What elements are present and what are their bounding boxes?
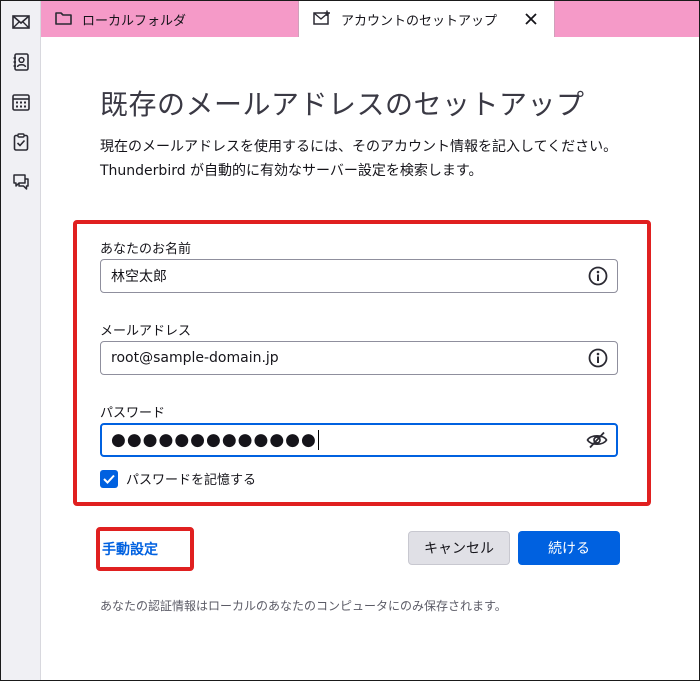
mail-new-icon xyxy=(313,10,331,29)
password-label: パスワード xyxy=(100,406,166,421)
calendar-icon[interactable] xyxy=(9,90,33,114)
info-icon[interactable] xyxy=(587,265,609,287)
email-value: root@sample-domain.jp xyxy=(111,350,279,366)
tab-strip: ローカルフォルダ アカウントのセットアップ xyxy=(41,1,699,37)
name-value: 林空太郎 xyxy=(111,269,167,285)
chat-icon[interactable] xyxy=(9,170,33,194)
description-line-2: Thunderbird が自動的に有効なサーバー設定を検索します。 xyxy=(100,163,483,179)
tab-label: ローカルフォルダ xyxy=(82,13,187,29)
folder-icon xyxy=(55,10,72,29)
password-value: ●●●●●●●●●●●●● xyxy=(111,430,317,450)
email-label: メールアドレス xyxy=(100,324,192,339)
manual-config-button[interactable]: 手動設定 xyxy=(102,539,158,559)
tab-local-folders[interactable]: ローカルフォルダ xyxy=(41,1,298,37)
name-label: あなたのお名前 xyxy=(100,242,192,257)
spaces-toolbar xyxy=(1,1,41,680)
password-input[interactable]: ●●●●●●●●●●●●● xyxy=(100,423,618,457)
cancel-button[interactable]: キャンセル xyxy=(408,531,510,565)
mail-icon[interactable] xyxy=(9,10,33,34)
eye-slash-icon[interactable] xyxy=(586,429,608,451)
remember-password-row[interactable]: パスワードを記憶する xyxy=(100,469,256,488)
remember-password-checkbox[interactable] xyxy=(100,469,118,488)
continue-button[interactable]: 続ける xyxy=(518,531,620,565)
credentials-footnote: あなたの認証情報はローカルのあなたのコンピュータにのみ保存されます。 xyxy=(100,599,507,613)
text-caret xyxy=(317,430,319,450)
address-book-icon[interactable] xyxy=(9,50,33,74)
tasks-icon[interactable] xyxy=(9,130,33,154)
remember-password-label: パスワードを記憶する xyxy=(126,473,257,488)
info-icon[interactable] xyxy=(587,347,609,369)
name-input[interactable]: 林空太郎 xyxy=(100,259,618,293)
page-title: 既存のメールアドレスのセットアップ xyxy=(100,88,585,121)
description-line-1: 現在のメールアドレスを使用するには、そのアカウント情報を記入してください。 xyxy=(100,139,618,155)
tab-label: アカウントのセットアップ xyxy=(341,13,498,29)
close-icon[interactable] xyxy=(522,10,540,28)
tab-account-setup[interactable]: アカウントのセットアップ xyxy=(298,1,555,37)
email-input[interactable]: root@sample-domain.jp xyxy=(100,341,618,375)
account-setup-page: 既存のメールアドレスのセットアップ 現在のメールアドレスを使用するには、そのアカ… xyxy=(41,37,699,680)
